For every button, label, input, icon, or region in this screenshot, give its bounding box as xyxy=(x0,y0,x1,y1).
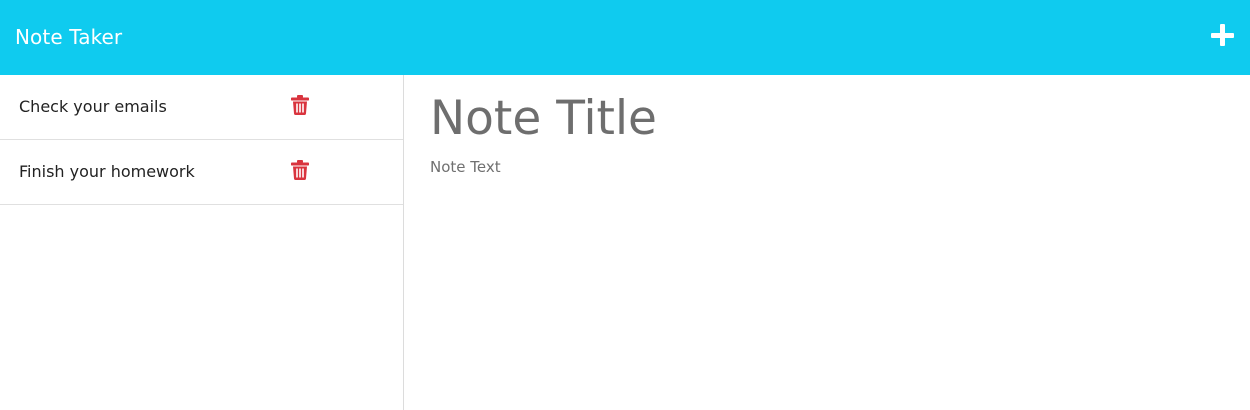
note-title-input[interactable] xyxy=(430,89,1210,149)
note-list: Check your emails Finish your homework xyxy=(0,75,403,205)
trash-icon[interactable] xyxy=(291,95,309,115)
note-editor xyxy=(404,75,1250,410)
list-item[interactable]: Check your emails xyxy=(0,75,403,140)
list-item[interactable]: Finish your homework xyxy=(0,140,403,205)
note-list-panel: Check your emails Finish your homework xyxy=(0,75,404,410)
trash-icon[interactable] xyxy=(291,160,309,180)
navbar: Note Taker xyxy=(0,0,1250,75)
note-item-title[interactable]: Check your emails xyxy=(19,97,167,116)
note-item-title[interactable]: Finish your homework xyxy=(19,162,195,181)
plus-icon[interactable] xyxy=(1208,21,1238,51)
app-title[interactable]: Note Taker xyxy=(15,25,122,49)
note-text-input[interactable] xyxy=(430,158,1210,378)
